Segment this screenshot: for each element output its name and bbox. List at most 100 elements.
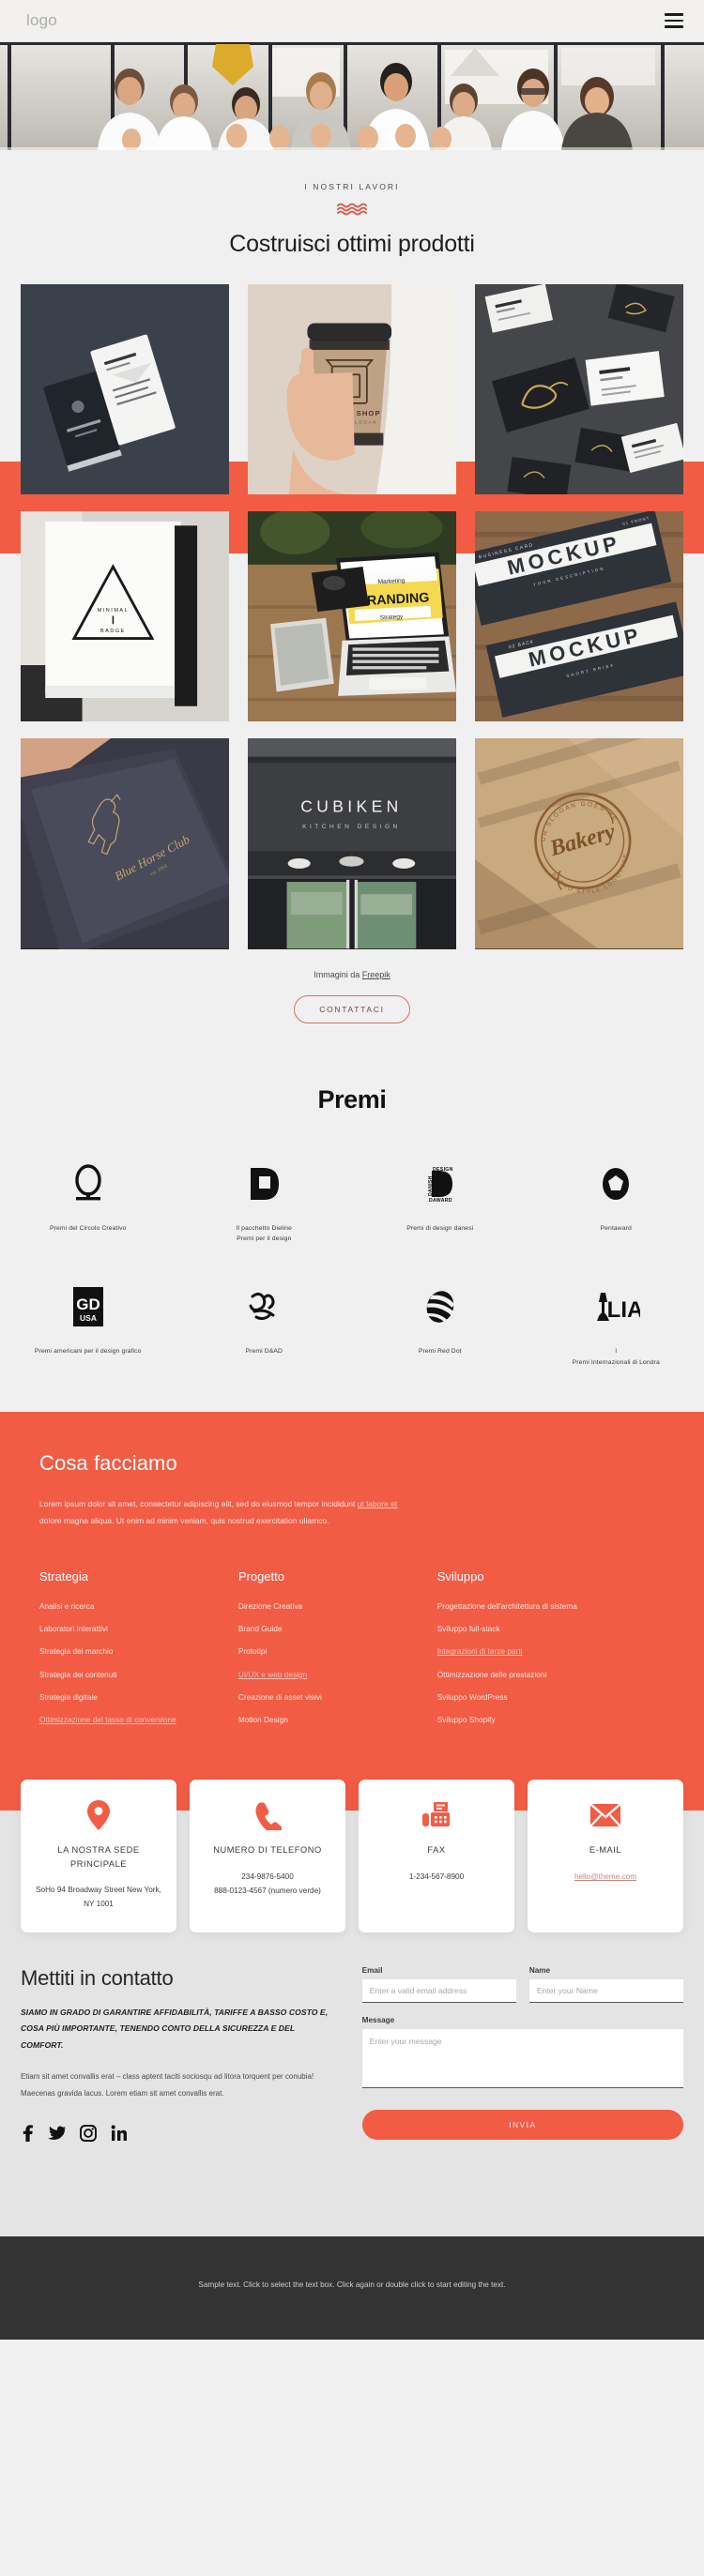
contact-cta-button[interactable]: CONTATTACI [294,994,410,1023]
award-item[interactable]: LIA I Premi Internazionali di Londra [528,1286,704,1369]
services-columns: Strategia Analisi e ricerca Laboratori i… [39,1569,665,1738]
svg-text:Marketing: Marketing [377,578,405,586]
services-intro-link[interactable]: ut labore et [358,1499,398,1508]
contact-card-body: SoHo 94 Broadway Street New York, NY 100… [36,1886,161,1909]
gallery-item-business-card-mockup-dark[interactable]: MOCKUP BUSINESS CARD YOUR DESCRIPTION 01… [475,511,683,722]
service-item[interactable]: Ottimizzazione delle prestazioni [437,1670,665,1680]
linkedin-icon[interactable] [111,2125,127,2146]
facebook-icon[interactable] [21,2124,34,2146]
red-dot-icon [360,1286,521,1327]
award-item[interactable]: Premi del Circolo Creativo [0,1163,176,1246]
email-link[interactable]: hello@theme.com [574,1872,636,1881]
service-item[interactable]: Sviluppo WordPress [437,1692,665,1703]
gallery-item-blue-horse-club-folder-mockup[interactable]: Blue Horse Club est. 1993 [21,738,229,949]
instagram-icon[interactable] [80,2124,97,2146]
site-header: logo [0,0,704,42]
services-column-heading: Sviluppo [436,1568,484,1583]
gallery-item-business-card-dark-mockup[interactable] [21,284,229,495]
footer-text[interactable]: Sample text. Click to select the text bo… [0,2278,704,2293]
award-item[interactable]: Il pacchetto Dieline Premi per il design [176,1163,353,1246]
award-label: Premi di design danesi [406,1224,474,1232]
service-item[interactable]: Strategia dei contenuti [39,1670,222,1680]
awards-title: Premi [317,1084,387,1114]
award-label: Premi Red Dot [418,1348,462,1356]
contact-card-email[interactable]: E-MAIL hello@theme.com [528,1780,683,1932]
hero-image [0,42,704,150]
twitter-icon[interactable] [48,2125,66,2146]
works-gallery: COFFEE SHOP SAMPLE SLOGAN [0,258,704,949]
awards-section: Premi Premi del Circolo Creativo Il pacc… [0,1060,704,1413]
award-item[interactable]: DANISH DESIGN DAWARD Premi di design dan… [352,1163,528,1246]
laptop-branding-strategy-mockup-image: Marketing BRANDING Strategy [248,511,456,722]
service-item[interactable]: Brand Guide [238,1624,421,1634]
award-item[interactable]: Pentaward [528,1163,704,1246]
gallery-item-scattered-business-cards-mockup[interactable] [475,284,683,495]
get-in-touch-body: Etiam sit amet convallis erat – class ap… [21,2072,314,2099]
map-pin-icon [30,1798,167,1832]
services-list: Progettazione dell'architettura di siste… [437,1601,665,1725]
award-item[interactable]: Premi D&AD [176,1286,353,1369]
cubiken-storefront-signage-image: CUBIKEN KITCHEN DESIGN [248,738,456,949]
email-input[interactable] [361,1978,516,2003]
service-item[interactable]: Sviluppo full-stack [437,1624,665,1634]
contact-card-title: NUMERO DI TELEFONO [213,1845,322,1856]
service-item[interactable]: Motion Design [238,1715,421,1725]
services-intro-part2: dolore magna aliqua. Ut enim ad minim ve… [39,1515,329,1525]
service-item[interactable]: Laboratori interattivi [39,1624,222,1634]
svg-text:LIA: LIA [607,1297,640,1323]
svg-text:DANISH: DANISH [428,1175,434,1196]
svg-text:MINIMAL: MINIMAL [98,608,129,614]
award-item[interactable]: GD USA Premi americani per il design gra… [0,1286,176,1369]
gd-usa-icon: GD USA [8,1286,169,1327]
services-column-heading: Strategia [39,1568,89,1583]
pentaward-icon [536,1163,697,1205]
svg-text:CUBIKEN: CUBIKEN [300,797,402,816]
hamburger-menu-icon[interactable] [665,13,683,28]
message-label: Message [361,2015,395,2024]
d-and-ad-icon [184,1286,345,1327]
contact-card-fax[interactable]: FAX 1-234-567-8900 [359,1780,514,1932]
envelope-icon [537,1798,674,1832]
service-item[interactable]: Creazione di asset visivi [238,1692,421,1703]
gallery-item-minimal-badge-poster-mockup[interactable]: MINIMAL BADGE [21,511,229,722]
contact-card-office[interactable]: LA NOSTRA SEDE PRINCIPALE SoHo 94 Broadw… [21,1780,176,1932]
contact-card-title: E-MAIL [589,1845,622,1856]
page-title: Costruisci ottimi prodotti [229,231,475,257]
gallery-item-laptop-branding-strategy-mockup[interactable]: Marketing BRANDING Strategy [248,511,456,722]
bakery-kraft-paper-stamp-image: YOUR SLOGAN GOES HERE RETRO STYLE LOGOTY… [475,738,683,949]
contact-card-title: FAX [427,1845,446,1856]
contact-card-phone[interactable]: NUMERO DI TELEFONO 234-9876-5400 888-0123… [190,1780,345,1932]
blue-horse-club-folder-mockup-image: Blue Horse Club est. 1993 [21,738,229,949]
name-input[interactable] [528,1978,683,2003]
burger-line [665,13,683,16]
gallery-item-bakery-kraft-paper-stamp[interactable]: YOUR SLOGAN GOES HERE RETRO STYLE LOGOTY… [475,738,683,949]
svg-text:DESIGN: DESIGN [433,1167,453,1173]
freepik-link[interactable]: Freepik [362,970,390,979]
submit-button[interactable]: INVIA [361,2109,683,2140]
wave-divider-icon [337,203,367,216]
site-logo[interactable]: logo [26,11,57,30]
service-item[interactable]: UI/UX e web design [238,1670,421,1680]
services-column-progetto: Progetto Direzione Creativa Brand Guide … [238,1569,421,1738]
award-label: Premi D&AD [245,1348,283,1356]
service-item[interactable]: Integrazioni di terze parti [437,1646,665,1657]
service-item[interactable]: Analisi e ricerca [39,1601,222,1612]
service-item[interactable]: Direzione Creativa [238,1601,421,1612]
works-section: I NOSTRI LAVORI Costruisci ottimi prodot… [0,150,704,1061]
award-item[interactable]: Premi Red Dot [352,1286,528,1369]
service-item[interactable]: Sviluppo Shopify [437,1715,665,1725]
email-label: Email [361,1965,383,1975]
service-item[interactable]: Strategia del marchio [39,1646,222,1657]
dieline-d-icon [184,1163,345,1205]
service-item[interactable]: Strategia digitale [39,1692,222,1703]
message-textarea[interactable] [361,2028,683,2088]
service-item[interactable]: Prototipi [238,1646,421,1657]
contact-cards: LA NOSTRA SEDE PRINCIPALE SoHo 94 Broadw… [0,1765,704,1932]
burger-line [665,25,683,28]
services-column-sviluppo: Sviluppo Progettazione dell'architettura… [437,1569,665,1738]
service-item[interactable]: Ottimizzazione del tasso di conversione [39,1715,222,1725]
gallery-item-coffee-cup-mockup[interactable]: COFFEE SHOP SAMPLE SLOGAN [248,284,456,495]
gallery-item-cubiken-storefront-signage[interactable]: CUBIKEN KITCHEN DESIGN [248,738,456,949]
contact-cards-section: LA NOSTRA SEDE PRINCIPALE SoHo 94 Broadw… [0,1765,704,1932]
service-item[interactable]: Progettazione dell'architettura di siste… [437,1601,665,1612]
